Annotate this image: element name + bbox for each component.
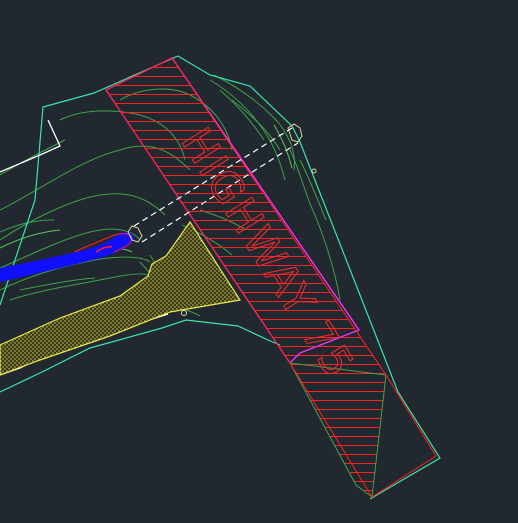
cad-drawing-canvas[interactable]: HIGHWAY 75 bbox=[0, 0, 518, 523]
site-plan-drawing: HIGHWAY 75 bbox=[0, 55, 441, 500]
